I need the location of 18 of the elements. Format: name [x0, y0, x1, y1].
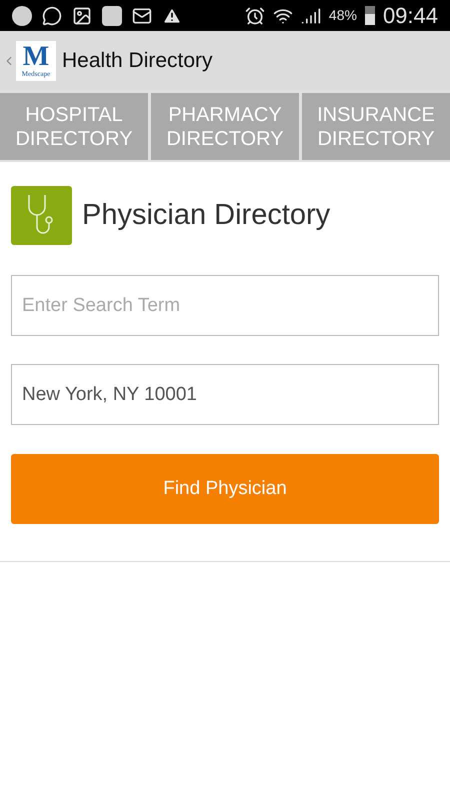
alarm-icon [244, 6, 265, 26]
search-field[interactable]: Enter Search Term [11, 275, 439, 336]
directory-tab[interactable]: PHARMACY DIRECTORY [151, 93, 299, 160]
chat-bubble-icon [42, 6, 62, 26]
directory-tab[interactable]: INSURANCE DIRECTORY [302, 93, 450, 160]
stethoscope-icon [11, 186, 72, 245]
app-title: Health Directory [62, 48, 213, 74]
find-physician-button[interactable]: Find Physician [11, 454, 439, 524]
app-icon [102, 6, 122, 26]
clock-time: 09:44 [382, 2, 438, 30]
battery-percent: 48% [328, 6, 357, 25]
location-field[interactable]: New York, NY 10001 [11, 364, 439, 425]
mail-icon [132, 6, 152, 26]
battery-icon [364, 6, 375, 25]
section-title: Physician Directory [82, 198, 330, 233]
signal-icon [300, 6, 321, 26]
image-icon [72, 6, 92, 26]
directory-tab[interactable]: HOSPITAL DIRECTORY [0, 93, 148, 160]
